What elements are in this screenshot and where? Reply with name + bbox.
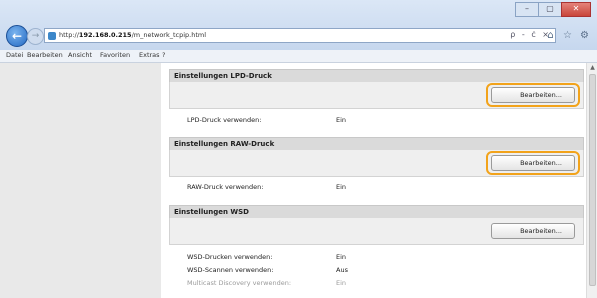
lpd-use-label: LPD-Druck verwenden: <box>187 116 262 124</box>
window-controls: – ▢ ✕ <box>515 2 591 17</box>
section-raw-header: Einstellungen RAW-Druck <box>169 137 584 151</box>
section-raw-bar: Bearbeiten... <box>169 150 584 177</box>
site-favicon-icon <box>48 32 56 40</box>
wsd-edit-button[interactable]: Bearbeiten... <box>491 223 575 239</box>
address-url: http://192.168.0.215/m_network_tcpip.htm… <box>59 31 207 39</box>
wsd-scan-value: Aus <box>336 266 348 274</box>
section-wsd-bar: Bearbeiten... <box>169 218 584 245</box>
forward-arrow-icon[interactable]: → <box>27 28 44 45</box>
back-arrow-icon[interactable]: ← <box>6 25 28 47</box>
vertical-scrollbar[interactable]: ▲ <box>586 63 597 298</box>
menu-bearbeiten[interactable]: Bearbeiten <box>27 51 63 59</box>
lpd-use-value: Ein <box>336 116 347 124</box>
section-lpd-bar: Bearbeiten... <box>169 82 584 109</box>
lpd-edit-button[interactable]: Bearbeiten... <box>491 87 575 103</box>
left-navigation-panel <box>0 63 161 298</box>
wsd-print-value: Ein <box>336 253 347 261</box>
wsd-print-label: WSD-Drucken verwenden: <box>187 253 273 261</box>
scroll-up-arrow-icon[interactable]: ▲ <box>587 64 597 72</box>
section-wsd-header: Einstellungen WSD <box>169 205 584 219</box>
settings-gear-icon[interactable]: ⚙ <box>578 29 591 42</box>
toolbar-icons: ⌂ ☆ ⚙ <box>540 29 591 42</box>
maximize-button[interactable]: ▢ <box>538 2 562 17</box>
close-button[interactable]: ✕ <box>561 2 591 17</box>
menu-help[interactable]: ? <box>162 51 165 59</box>
raw-use-label: RAW-Druck verwenden: <box>187 183 264 191</box>
scroll-thumb[interactable] <box>589 74 596 286</box>
favorites-star-icon[interactable]: ☆ <box>561 29 574 42</box>
menu-extras[interactable]: Extras <box>139 51 160 59</box>
wsd-scan-label: WSD-Scannen verwenden: <box>187 266 274 274</box>
menu-datei[interactable]: Datei <box>6 51 23 59</box>
address-bar[interactable]: http://192.168.0.215/m_network_tcpip.htm… <box>44 28 556 43</box>
browser-chrome: – ▢ ✕ ← → http://192.168.0.215/m_network… <box>0 0 597 50</box>
raw-use-value: Ein <box>336 183 347 191</box>
menu-bar: Datei Bearbeiten Ansicht Favoriten Extra… <box>0 50 597 63</box>
raw-edit-button[interactable]: Bearbeiten... <box>491 155 575 171</box>
minimize-button[interactable]: – <box>515 2 539 17</box>
wsd-multicast-value: Ein <box>336 279 347 287</box>
wsd-multicast-label: Multicast Discovery verwenden: <box>187 279 292 287</box>
section-lpd-header: Einstellungen LPD-Druck <box>169 69 584 83</box>
home-icon[interactable]: ⌂ <box>544 29 557 42</box>
menu-ansicht[interactable]: Ansicht <box>68 51 92 59</box>
menu-favoriten[interactable]: Favoriten <box>100 51 130 59</box>
settings-content: Einstellungen LPD-Druck Bearbeiten... LP… <box>161 63 584 298</box>
